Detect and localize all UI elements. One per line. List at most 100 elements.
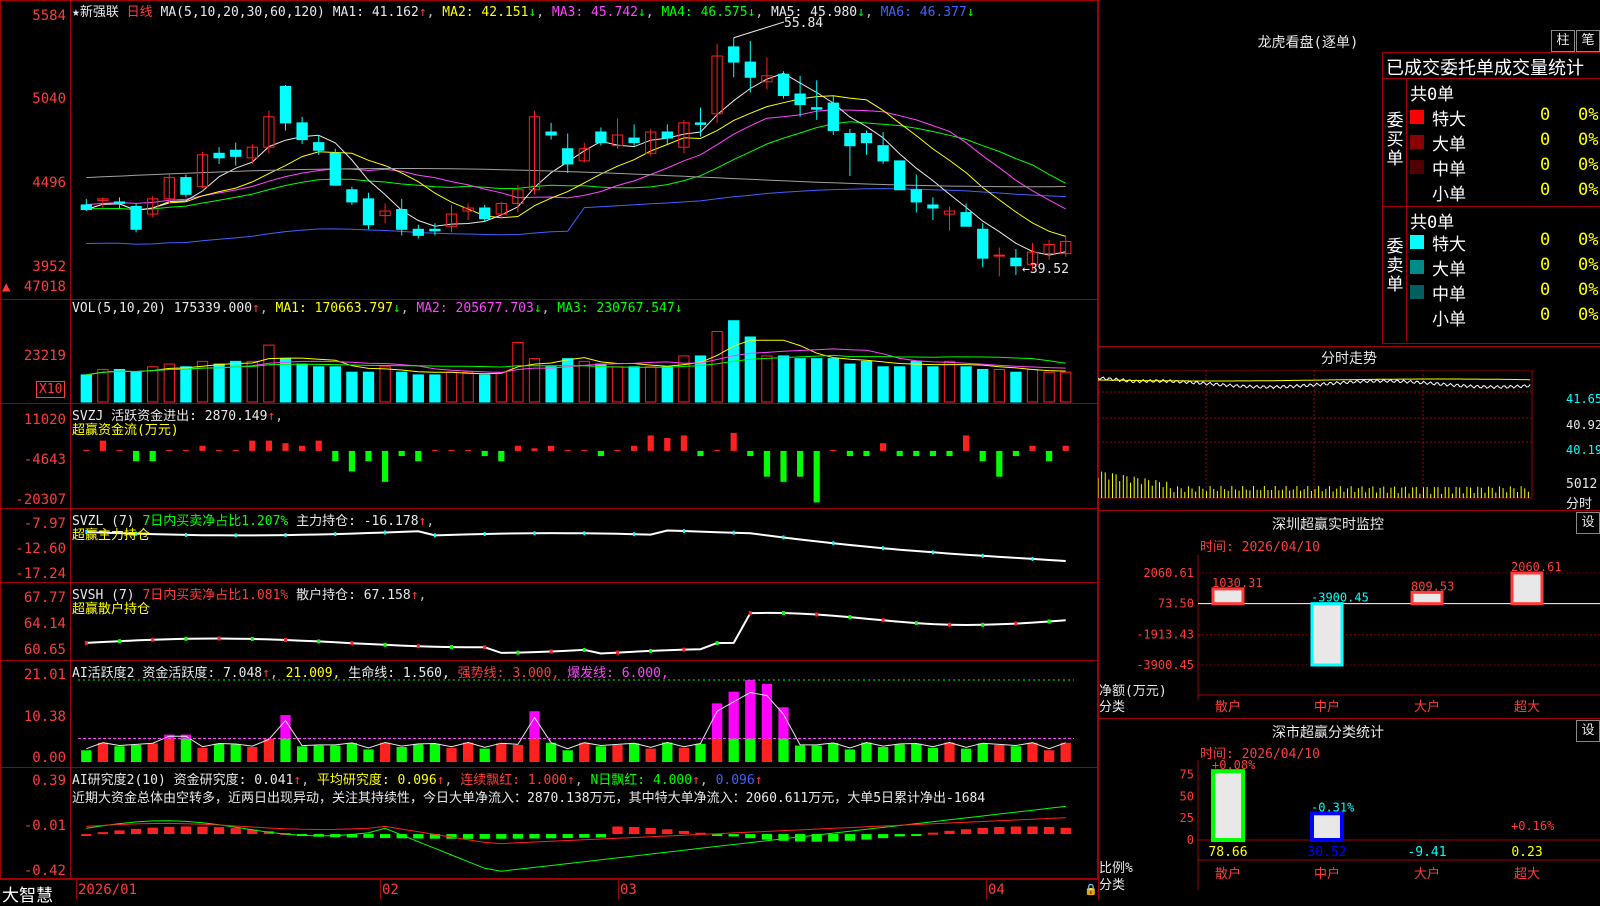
flow-bar	[631, 445, 638, 451]
activity-bar	[678, 747, 690, 762]
svsh-tick	[815, 612, 819, 617]
flow-bar	[597, 450, 604, 457]
svsh-retail-hold: 散户持仓: 67.158	[296, 588, 411, 603]
svsh-tick	[1014, 621, 1018, 626]
monitor-settings-button[interactable]: 设	[1576, 512, 1600, 534]
ma3-value: MA3: 45.742	[551, 5, 638, 20]
ma1-line	[86, 72, 1066, 256]
candle-body	[362, 198, 375, 226]
activity-line	[86, 691, 1066, 750]
flow-bar	[979, 450, 986, 462]
vol-ma2: MA2: 205677.703	[416, 301, 534, 316]
volume-bar	[1043, 371, 1055, 403]
candle-body	[346, 189, 358, 203]
research-value: 资金研究度: 0.041	[173, 773, 294, 788]
svsh-tick	[483, 645, 487, 650]
classify-bar-chart[interactable]: 75 50 25 0 +0.08% 78.66 散户 -0.31% 30.52 中户 -9.41 大户…	[1098, 760, 1600, 900]
candle-body	[279, 85, 292, 124]
svsh-subtitle: 超赢散户持仓	[72, 602, 151, 617]
candle-body	[927, 204, 939, 209]
svzl-ratio: 7日内买卖净占比1.207%	[142, 514, 289, 529]
bar-mode-button[interactable]: 柱	[1551, 30, 1575, 52]
svzl-y-label: -12.60	[15, 541, 66, 557]
candle-body	[296, 122, 308, 141]
intraday-vol-label: 5012	[1566, 477, 1598, 492]
svsh-tick	[416, 644, 420, 649]
activity-bar	[462, 742, 474, 762]
volume-bar	[595, 363, 607, 403]
vol-ma3: MA3: 230767.547	[557, 301, 675, 316]
candle-body	[960, 212, 972, 227]
lock-icon[interactable]: 🔒	[1084, 883, 1098, 896]
svzj-y-label: -4643	[23, 452, 66, 468]
candle-body	[230, 149, 242, 157]
volume-bar	[811, 358, 823, 403]
volume-bar	[827, 358, 839, 403]
tick-mode-button[interactable]: 笔	[1576, 30, 1600, 52]
svsh-tick	[217, 636, 221, 641]
high-price-note: 55.84	[784, 16, 824, 31]
candle-body	[894, 160, 906, 191]
legend-swatch	[1410, 110, 1424, 124]
candle-body	[728, 46, 740, 63]
chart-canvas[interactable]	[0, 0, 1098, 900]
candle-body	[545, 131, 557, 136]
kline-y-label: 4496	[32, 175, 66, 191]
stock-name[interactable]: 新强联	[80, 5, 119, 20]
research-bar	[977, 827, 988, 835]
flow-bar	[564, 449, 571, 451]
sell-row-small: 小单 0 0%	[1432, 305, 1599, 330]
activity-bar	[263, 738, 275, 762]
svsh-tick	[118, 639, 121, 644]
svsh-y-label: 64.14	[23, 616, 66, 632]
monitor-value-label: 2060.61	[1511, 560, 1562, 574]
volume-bar	[578, 360, 590, 403]
candle-body	[479, 207, 491, 220]
flow-bar	[780, 450, 787, 482]
svsh-tick	[184, 636, 188, 641]
intraday-chart[interactable]	[1098, 370, 1600, 510]
period-label[interactable]: 日线	[127, 5, 153, 20]
research-bar	[130, 828, 142, 835]
research-line	[86, 805, 1066, 872]
monitor-axis-category: 分类	[1099, 700, 1126, 715]
svzl-tick	[882, 546, 885, 551]
vol-value: 175339.000	[173, 301, 253, 316]
volume-bar	[1010, 371, 1022, 403]
activity-bar	[496, 743, 507, 762]
classify-settings-button[interactable]: 设	[1576, 720, 1600, 742]
x-tick	[618, 880, 619, 900]
classify-category-label: 散户	[1215, 866, 1241, 882]
ma6-value: MA6: 46.377	[880, 5, 967, 20]
activity-bar	[479, 748, 490, 762]
activity-bar	[711, 738, 723, 762]
research-bar	[761, 834, 773, 840]
research-bar	[147, 827, 158, 835]
flow-bar	[1062, 445, 1069, 451]
svsh-tick	[516, 650, 520, 655]
svzl-tick	[334, 532, 337, 537]
volume-bar	[462, 371, 474, 403]
activity-bar	[944, 742, 955, 762]
flow-bar	[282, 443, 289, 451]
volume-bar	[794, 358, 806, 403]
activity-bar	[446, 747, 457, 762]
svzl-tick	[234, 533, 237, 538]
activity-bar	[877, 747, 889, 762]
favorite-star-icon[interactable]: ★	[72, 5, 80, 20]
research-bar	[595, 834, 607, 838]
flow-bar	[880, 443, 887, 451]
svsh-tick	[1047, 619, 1051, 624]
candle-body	[412, 228, 424, 236]
research-bar	[462, 834, 474, 839]
classify-value-label: -9.41	[1407, 845, 1446, 860]
monitor-bar-chart[interactable]: 2060.61 73.50 -1913.43 -3900.45 1030.31 散户 -39…	[1098, 555, 1600, 715]
research-consecutive-red: 连续飘红: 1.000	[460, 773, 567, 788]
ma1-value: MA1: 41.162	[332, 5, 419, 20]
volume-bar	[993, 368, 1005, 403]
candle-body	[628, 137, 640, 144]
svsh-tick	[250, 636, 254, 641]
flow-bar	[299, 445, 306, 451]
svsh-y-label: 67.77	[23, 590, 66, 606]
activity-bar	[213, 743, 225, 762]
